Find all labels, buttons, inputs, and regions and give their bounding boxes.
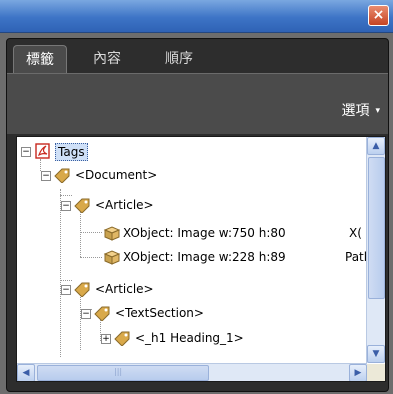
tree-item-textsection[interactable]: <TextSection>: [115, 303, 204, 323]
collapse-toggle[interactable]: −: [81, 309, 91, 319]
scroll-up-icon[interactable]: ▲: [367, 137, 385, 155]
collapse-toggle[interactable]: −: [61, 285, 71, 295]
tree-label: Tags: [55, 143, 88, 161]
close-icon: ×: [372, 7, 385, 23]
horizontal-scrollbar[interactable]: ◀ ||| ▶: [17, 363, 367, 381]
tree-item-xobject[interactable]: XObject: Image w:750 h:80 X(: [123, 223, 362, 243]
collapse-toggle[interactable]: −: [61, 201, 71, 211]
tree-label: <Document>: [75, 168, 158, 182]
dropdown-arrow-icon: ▾: [375, 106, 380, 116]
tree-label: <TextSection>: [115, 306, 204, 320]
tag-icon: [54, 168, 70, 183]
tag-tree[interactable]: − Tags − <Document> − <Article> XObject:…: [16, 136, 386, 382]
tree-item-article[interactable]: <Article>: [95, 195, 154, 215]
tree-label: XObject: Image w:750 h:80: [123, 226, 286, 240]
expand-toggle[interactable]: +: [101, 334, 111, 344]
tab-order[interactable]: 順序: [157, 45, 201, 73]
tree-label: <Article>: [95, 198, 154, 212]
options-bar: 選項 ▾: [7, 73, 388, 134]
tab-content[interactable]: 內容: [85, 45, 129, 73]
scrollbar-corner: [367, 364, 385, 381]
grip-icon: |||: [114, 367, 123, 376]
tag-icon: [74, 198, 90, 213]
tree-item-xobject[interactable]: XObject: Image w:228 h:89 Patl: [123, 247, 367, 267]
tag-icon: [94, 306, 110, 321]
tree-line: [80, 294, 81, 350]
tree-label: XObject: Image w:228 h:89: [123, 250, 286, 264]
tree-line: [80, 209, 81, 257]
scroll-down-icon[interactable]: ▼: [367, 345, 385, 363]
vertical-scroll-thumb[interactable]: [368, 157, 385, 299]
tree-line: [60, 280, 72, 281]
tree-line: [80, 257, 102, 258]
close-button[interactable]: ×: [368, 5, 389, 26]
tree-item-article[interactable]: <Article>: [95, 279, 154, 299]
tag-icon: [74, 282, 90, 297]
xobject-box-icon: [103, 250, 121, 265]
tab-tags[interactable]: 標籤: [13, 45, 67, 74]
scroll-left-icon[interactable]: ◀: [17, 364, 35, 381]
tree-line: [60, 189, 61, 357]
pdf-tags-icon: [35, 143, 50, 159]
tree-label-extra: Patl: [345, 250, 368, 264]
tree-line: [40, 159, 41, 171]
tab-bar: 標籤 內容 順序: [7, 39, 388, 74]
vertical-scrollbar[interactable]: ▲ ▼: [366, 137, 385, 363]
collapse-toggle[interactable]: −: [41, 171, 51, 181]
tree-item-heading[interactable]: <_h1 Heading_1>: [135, 328, 244, 348]
tree-label-extra: X(: [349, 226, 362, 240]
tree-label: <Article>: [95, 282, 154, 296]
tree-item-document[interactable]: <Document>: [75, 165, 157, 185]
options-label: 選項: [341, 103, 370, 119]
tree-label: <_h1 Heading_1>: [135, 331, 244, 345]
tree-line: [80, 232, 102, 233]
tags-panel-window: × 標籤 內容 順序 選項 ▾ − Tags − <Document> − <A…: [0, 0, 393, 394]
horizontal-scroll-thumb[interactable]: |||: [37, 365, 209, 381]
options-menu-button[interactable]: 選項 ▾: [341, 100, 380, 120]
scroll-right-icon[interactable]: ▶: [349, 364, 367, 381]
tree-line: [60, 195, 72, 196]
xobject-box-icon: [103, 226, 121, 241]
collapse-toggle[interactable]: −: [21, 147, 31, 157]
title-bar[interactable]: ×: [0, 0, 393, 33]
panel-body: 標籤 內容 順序 選項 ▾ − Tags − <Document> − <Art…: [6, 38, 389, 392]
tag-icon: [114, 331, 130, 346]
